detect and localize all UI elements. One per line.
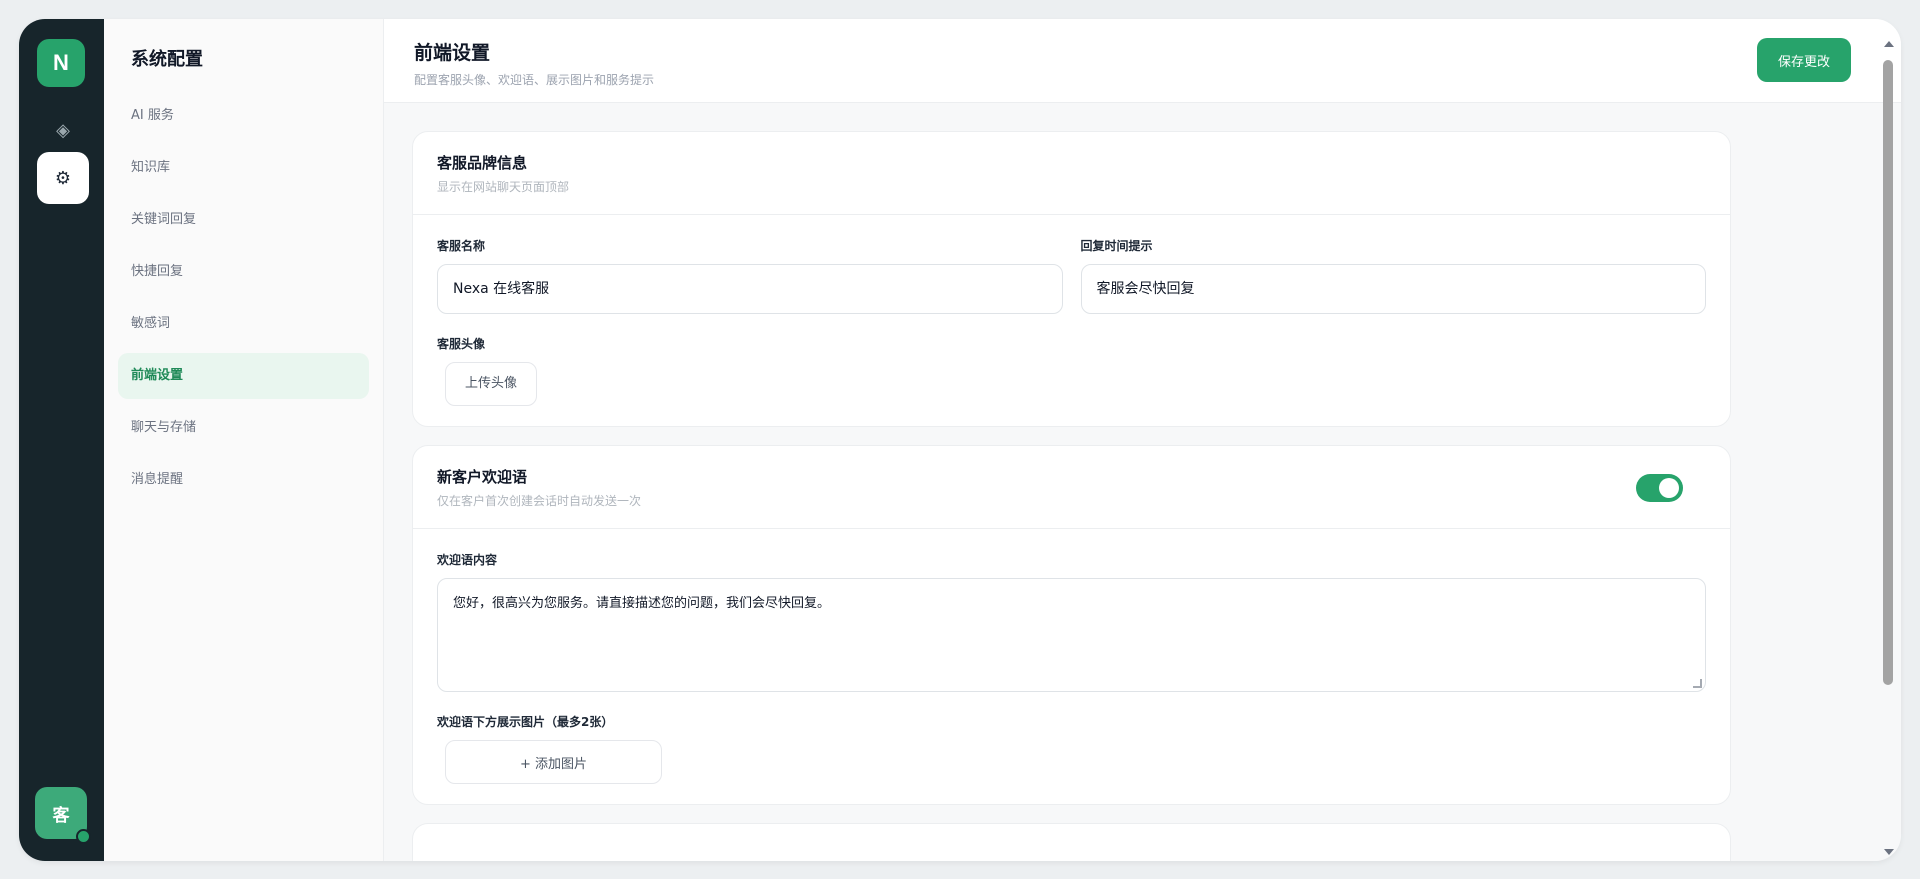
agent-avatar-label: 客服头像 — [437, 337, 486, 351]
sidebar-item-ai-service[interactable]: AI 服务 — [118, 93, 369, 139]
welcome-content-textarea[interactable]: 您好，很高兴为您服务。请直接描述您的问题，我们会尽快回复。 — [437, 578, 1706, 692]
welcome-content-label: 欢迎语内容 — [437, 553, 498, 567]
settings-sidebar: 系统配置 AI 服务 知识库 关键词回复 快捷回复 敏感词 前端设置 聊天与存储… — [104, 19, 384, 861]
reply-time-field-group: 回复时间提示 客服会尽快回复 — [1080, 237, 1706, 314]
gear-icon[interactable]: ⚙ — [37, 152, 89, 204]
welcome-enabled-toggle[interactable] — [1636, 474, 1683, 502]
welcome-card-header: 新客户欢迎语 仅在客户首次创建会话时自动发送一次 — [413, 446, 1730, 529]
sidebar-item-quick-reply[interactable]: 快捷回复 — [118, 249, 369, 295]
save-button[interactable]: 保存更改 — [1757, 38, 1851, 82]
scroll-up-icon[interactable] — [1884, 41, 1894, 47]
welcome-message-card: 新客户欢迎语 仅在客户首次创建会话时自动发送一次 欢迎语内容 您好，很高兴为您服… — [412, 445, 1731, 805]
toggle-knob — [1659, 478, 1679, 498]
page-header: 前端设置 配置客服头像、欢迎语、展示图片和服务提示 保存更改 — [384, 19, 1901, 103]
scrollbar[interactable] — [1881, 37, 1895, 857]
add-image-button[interactable]: + 添加图片 — [445, 740, 662, 784]
scrollbar-thumb[interactable] — [1883, 60, 1893, 685]
brand-card-body: 客服名称 Nexa 在线客服 回复时间提示 客服会尽快回复 客服头像 上传头像 — [413, 215, 1730, 426]
main-panel: 前端设置 配置客服头像、欢迎语、展示图片和服务提示 保存更改 客服品牌信息 显示… — [384, 19, 1901, 861]
welcome-images-label: 欢迎语下方展示图片（最多2张） — [437, 715, 614, 729]
reply-time-label: 回复时间提示 — [1080, 239, 1153, 253]
upload-avatar-button[interactable]: 上传头像 — [445, 362, 538, 406]
sidebar-title: 系统配置 — [131, 49, 203, 70]
brand-info-card: 客服品牌信息 显示在网站聊天页面顶部 客服名称 Nexa 在线客服 回复时间提示… — [412, 131, 1731, 427]
page-title: 前端设置 — [414, 42, 491, 64]
welcome-card-body: 欢迎语内容 您好，很高兴为您服务。请直接描述您的问题，我们会尽快回复。 欢迎语下… — [413, 529, 1730, 804]
welcome-content-text: 您好，很高兴为您服务。请直接描述您的问题，我们会尽快回复。 — [453, 596, 831, 611]
agent-name-input[interactable]: Nexa 在线客服 — [437, 264, 1063, 314]
sidebar-item-knowledge-base[interactable]: 知识库 — [118, 145, 369, 191]
reply-time-input[interactable]: 客服会尽快回复 — [1080, 264, 1706, 314]
online-status-dot — [76, 829, 91, 844]
page-subtitle: 配置客服头像、欢迎语、展示图片和服务提示 — [414, 73, 655, 87]
sidebar-item-sensitive-words[interactable]: 敏感词 — [118, 301, 369, 347]
agent-name-field-group: 客服名称 Nexa 在线客服 — [437, 237, 1063, 314]
sidebar-item-notifications[interactable]: 消息提醒 — [118, 457, 369, 503]
settings-content: 客服品牌信息 显示在网站聊天页面顶部 客服名称 Nexa 在线客服 回复时间提示… — [412, 131, 1731, 861]
card-description: 仅在客户首次创建会话时自动发送一次 — [437, 494, 642, 508]
card-description: 显示在网站聊天页面顶部 — [437, 180, 570, 194]
app-logo[interactable]: N — [37, 39, 85, 87]
scroll-down-icon[interactable] — [1884, 849, 1894, 855]
next-settings-card — [412, 823, 1731, 861]
sidebar-item-chat-storage[interactable]: 聊天与存储 — [118, 405, 369, 451]
agent-name-label: 客服名称 — [437, 239, 486, 253]
brand-card-header: 客服品牌信息 显示在网站聊天页面顶部 — [413, 132, 1730, 215]
left-rail: N ◈ ⚙ 客 — [19, 19, 104, 861]
resize-handle-icon[interactable] — [1693, 679, 1702, 688]
app-window: N ◈ ⚙ 客 系统配置 AI 服务 知识库 关键词回复 快捷回复 敏感词 前端… — [19, 19, 1901, 861]
sidebar-item-frontend-settings[interactable]: 前端设置 — [118, 353, 369, 399]
card-title: 新客户欢迎语 — [437, 468, 528, 486]
card-title: 客服品牌信息 — [437, 154, 528, 172]
diamond-icon[interactable]: ◈ — [37, 104, 89, 156]
sidebar-item-keyword-reply[interactable]: 关键词回复 — [118, 197, 369, 243]
